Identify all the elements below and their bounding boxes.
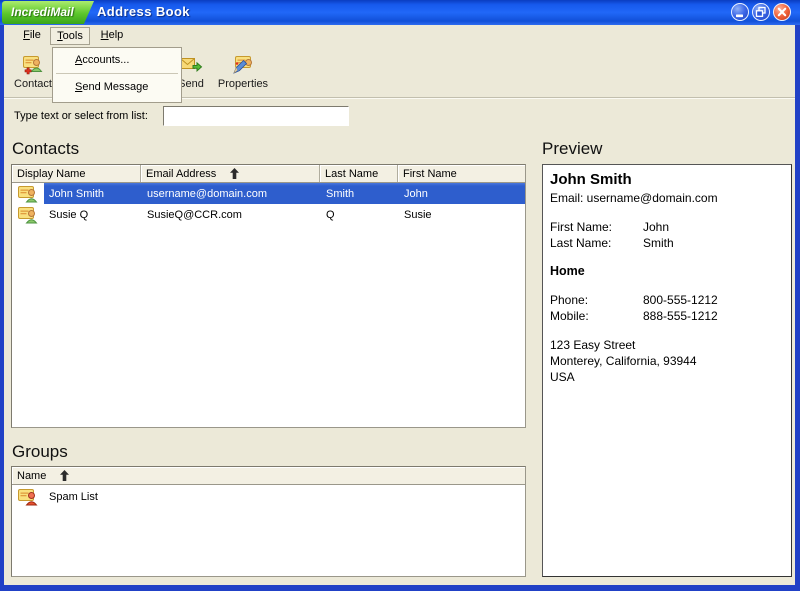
address-line: 123 Easy Street	[550, 337, 784, 353]
contact-row-john-smith[interactable]: John Smith username@domain.com Smith Joh…	[12, 183, 525, 204]
preview-section-home: Home	[550, 264, 784, 278]
contact-card-icon	[12, 185, 44, 203]
cell-email: SusieQ@CCR.com	[142, 209, 321, 221]
logo-text: IncrediMail	[2, 1, 94, 23]
address-line: USA	[550, 369, 784, 385]
close-button[interactable]	[773, 3, 791, 21]
menu-help[interactable]: Help	[94, 27, 130, 45]
close-icon	[774, 4, 790, 20]
cell-first-name: Susie	[399, 209, 525, 221]
preview-email: Email: username@domain.com	[550, 191, 784, 205]
contact-card-icon	[12, 206, 44, 224]
column-header-email-address[interactable]: Email Address	[141, 165, 320, 182]
preview-heading: Preview	[542, 139, 602, 159]
menu-item-send-message[interactable]: Send Message	[53, 75, 181, 99]
toolbar-button-label: Properties	[218, 78, 268, 90]
menu-separator	[56, 73, 178, 74]
column-header-first-name[interactable]: First Name	[398, 165, 525, 182]
window-content: File Tools Help Contact	[4, 25, 795, 585]
title-bar[interactable]: IncrediMail Address Book	[0, 0, 800, 25]
cell-last-name: Smith	[321, 188, 399, 200]
column-header-display-name[interactable]: Display Name	[12, 165, 141, 182]
window-title: Address Book	[97, 4, 190, 19]
address-book-window: IncrediMail Address Book	[0, 0, 800, 591]
contacts-header: Display Name Email Address Last Name Fir…	[12, 165, 525, 183]
filter-input[interactable]	[163, 106, 349, 126]
groups-list: Name Spam List	[11, 466, 526, 577]
send-icon	[179, 53, 203, 75]
column-header-group-name[interactable]: Name	[12, 467, 525, 484]
preview-field-first-name: First Name: John	[550, 219, 784, 235]
toolbar-button-label: Contact	[14, 78, 52, 90]
cell-last-name: Q	[321, 209, 399, 221]
filter-label: Type text or select from list:	[14, 110, 148, 122]
preview-contact-name: John Smith	[550, 171, 784, 188]
window-controls	[731, 3, 791, 21]
cell-display-name: Susie Q	[44, 209, 142, 221]
cell-group-name: Spam List	[44, 491, 103, 503]
contact-row-susie-q[interactable]: Susie Q SusieQ@CCR.com Q Susie	[12, 204, 525, 225]
properties-icon	[231, 53, 255, 75]
menu-file[interactable]: File	[16, 27, 48, 45]
properties-button[interactable]: Properties	[212, 53, 274, 95]
sort-ascending-icon	[230, 168, 239, 179]
group-icon	[12, 488, 44, 506]
preview-panel: John Smith Email: username@domain.com Fi…	[542, 164, 792, 577]
group-row-spam-list[interactable]: Spam List	[12, 485, 525, 508]
column-header-last-name[interactable]: Last Name	[320, 165, 398, 182]
preview-field-mobile: Mobile: 888-555-1212	[550, 308, 784, 324]
minimize-icon	[732, 4, 748, 20]
preview-field-phone: Phone: 800-555-1212	[550, 292, 784, 308]
incredimail-logo: IncrediMail	[2, 1, 94, 24]
minimize-button[interactable]	[731, 3, 749, 21]
cell-display-name: John Smith	[44, 188, 142, 200]
restore-icon	[753, 4, 769, 20]
cell-email: username@domain.com	[142, 188, 321, 200]
cell-first-name: John	[399, 188, 525, 200]
menu-item-accounts[interactable]: Accounts...	[53, 48, 181, 72]
contact-add-icon	[21, 53, 45, 75]
sort-ascending-icon	[60, 470, 69, 481]
maximize-button[interactable]	[752, 3, 770, 21]
tools-menu: Accounts... Send Message	[52, 47, 182, 103]
contacts-heading: Contacts	[12, 139, 79, 159]
menu-tools[interactable]: Tools	[50, 27, 90, 45]
address-line: Monterey, California, 93944	[550, 353, 784, 369]
menu-bar: File Tools Help	[4, 25, 795, 47]
contacts-list: Display Name Email Address Last Name Fir…	[11, 164, 526, 428]
groups-heading: Groups	[12, 442, 68, 462]
preview-field-last-name: Last Name: Smith	[550, 235, 784, 251]
groups-header: Name	[12, 467, 525, 485]
preview-address: 123 Easy Street Monterey, California, 93…	[550, 337, 784, 385]
